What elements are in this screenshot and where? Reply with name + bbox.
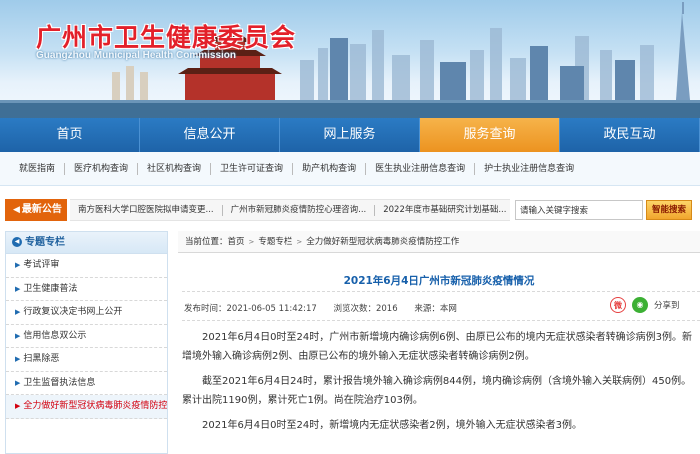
main-nav: 首页 信息公开 网上服务 服务查询 政民互动 [0,118,700,152]
sidebar-item-law[interactable]: ▶ 卫生健康普法 [6,278,167,301]
share-bar: 微 ◉ 分享到 [610,297,680,313]
bullet-icon: ▶ [15,402,21,410]
subnav-item-license-query[interactable]: 卫生许可证查询 [211,162,294,175]
nav-item-info-disclosure[interactable]: 信息公开 [140,118,280,152]
breadcrumb-prefix: 当前位置： [185,237,228,247]
sidebar-item-covid[interactable]: ▶全力做好新型冠状病毒肺炎疫情防控工作 [6,395,167,419]
article-title: 2021年6月4日广州市新冠肺炎疫情情况 [343,275,535,287]
site-title[interactable]: 广州市卫生健康委员会 [36,18,296,54]
subnav-item-guide[interactable]: 就医指南 [10,162,66,175]
article-paragraph: 截至2021年6月4日24时，累计报告境外输入确诊病例844例，境内确诊病例（含… [182,376,692,406]
subnav-item-hospital-query[interactable]: 医疗机构查询 [65,162,139,175]
search-input[interactable] [515,200,643,220]
notice-label: ◀ 最新公告 [5,199,67,221]
sidebar-item-anti-crime[interactable]: ▶ 扫黑除恶 [6,348,167,372]
subnav-item-nurse-query[interactable]: 护士执业注册信息查询 [475,163,583,175]
header-banner: 广州市卫生健康委员会 Guangzhou Municipal Health Co… [0,0,700,118]
bullet-icon: ▶ [15,284,21,293]
subnav-item-community-query[interactable]: 社区机构查询 [138,162,212,175]
breadcrumb: 当前位置：首页 > 专题专栏 > 全力做好新型冠状病毒肺炎疫情防控工作 [178,231,700,253]
article-meta: 发布时间：2021-06-05 11:42:17 浏览次数：2016 来源：本网… [182,291,700,321]
bullet-icon: ▶ [15,261,21,269]
bullet-icon: ▶ [15,331,21,340]
notice-item[interactable]: 南方医科大学口腔医院拟申请变更... [70,204,223,216]
speaker-icon: ◀ [13,205,20,215]
main-content: 当前位置：首页 > 专题专栏 > 全力做好新型冠状病毒肺炎疫情防控工作 2021年6月4… [178,231,700,454]
nav-item-online-service[interactable]: 网上服务 [280,118,420,152]
article-body: 2021年6月4日0时至24时，广州市新增境内确诊病例6例、由原已公布的境内无症… [182,329,694,443]
sidebar-item-supervision[interactable]: ▶ 卫生监督执法信息 [6,372,167,395]
sidebar-item-credit[interactable]: ▶ 信用信息双公示 [6,325,167,348]
notice-list: 南方医科大学口腔医院拟申请变更... 广州市新冠肺炎疫情防控心理咨询... 20… [70,199,510,221]
breadcrumb-home[interactable]: 首页 [228,237,245,247]
site-subtitle: Guangzhou Municipal Health Commission [36,50,237,61]
weibo-icon[interactable]: 微 [610,297,626,313]
chevron-right-icon: > [248,238,255,246]
column-icon: ◀ [12,237,22,247]
article-paragraph: 2021年6月4日0时至24时，广州市新增境内确诊病例6例、由原已公布的境内无症… [182,332,692,362]
notice-item[interactable]: 2022年度市基础研究计划基础... [375,205,510,216]
breadcrumb-covid[interactable]: 全力做好新型冠状病毒肺炎疫情防控工作 [306,237,459,247]
share-label: 分享到 [654,301,680,311]
sidebar-heading: ◀ 专题专栏 [6,232,167,254]
chevron-right-icon: > [296,238,303,246]
subnav-item-midwifery-query[interactable]: 助产机构查询 [293,162,367,175]
sidebar: ◀ 专题专栏 ▶ 考试评审 ▶ 卫生健康普法 ▶ 行政复议决定书网上公开 ▶ 信用信息双公… [5,231,168,454]
article-source: 来源：本网 [414,304,457,314]
breadcrumb-topics[interactable]: 专题专栏 [258,237,292,247]
article-paragraph: 2021年6月4日0时至24时，新增境内无症状感染者2例，境外输入无症状感染者3… [202,420,582,431]
bullet-icon: ▶ [15,355,21,363]
notice-item[interactable]: 广州市新冠肺炎疫情防控心理咨询... [223,204,376,216]
bullet-icon: ▶ [15,308,21,316]
subnav-item-doctor-query[interactable]: 医生执业注册信息查询 [366,162,476,175]
nav-item-service-query[interactable]: 服务查询 [420,118,560,152]
publish-time: 发布时间：2021-06-05 11:42:17 [184,304,317,314]
nav-item-home[interactable]: 首页 [0,118,140,152]
sidebar-item-review[interactable]: ▶ 行政复议决定书网上公开 [6,301,167,325]
bullet-icon: ▶ [15,378,21,387]
wechat-icon[interactable]: ◉ [632,297,648,313]
sub-nav: 就医指南 医疗机构查询 社区机构查询 卫生许可证查询 助产机构查询 医生执业注册… [0,152,700,186]
nav-item-interaction[interactable]: 政民互动 [560,118,700,152]
search-button[interactable]: 智能搜索 [646,200,692,220]
sidebar-item-exam[interactable]: ▶ 考试评审 [6,254,167,278]
view-count: 浏览次数：2016 [333,304,398,314]
notice-bar: ◀ 最新公告 南方医科大学口腔医院拟申请变更... 广州市新冠肺炎疫情防控心理咨询… [0,197,700,223]
